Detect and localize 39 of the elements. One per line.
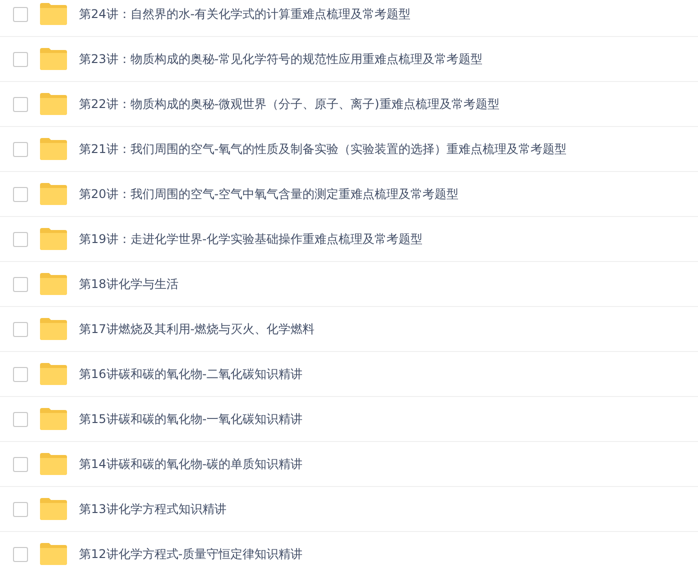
folder-icon xyxy=(40,48,67,70)
folder-icon xyxy=(40,228,67,250)
folder-name[interactable]: 第21讲：我们周围的空气-氧气的性质及制备实验（实验装置的选择）重难点梳理及常考题型 xyxy=(79,140,567,158)
folder-name[interactable]: 第12讲化学方程式-质量守恒定律知识精讲 xyxy=(79,546,303,562)
checkbox[interactable] xyxy=(13,502,28,516)
folder-name[interactable]: 第23讲：物质构成的奥秘-常见化学符号的规范性应用重难点梳理及常考题型 xyxy=(79,50,483,68)
checkbox[interactable] xyxy=(13,186,28,202)
folder-icon xyxy=(40,138,67,160)
checkbox[interactable] xyxy=(13,6,28,22)
folder-icon xyxy=(40,318,67,340)
checkbox[interactable] xyxy=(13,546,28,562)
folder-icon xyxy=(40,3,67,25)
checkbox[interactable] xyxy=(13,276,28,292)
checkbox[interactable] xyxy=(13,456,28,472)
folder-name[interactable]: 第17讲燃烧及其利用-燃烧与灭火、化学燃料 xyxy=(79,320,315,338)
folder-icon xyxy=(40,543,67,565)
folder-name[interactable]: 第15讲碳和碳的氧化物-一氧化碳知识精讲 xyxy=(79,410,303,428)
folder-icon xyxy=(40,408,67,430)
checkbox[interactable] xyxy=(13,232,28,246)
folder-name[interactable]: 第13讲化学方程式知识精讲 xyxy=(79,500,226,518)
folder-icon xyxy=(40,273,67,295)
folder-name[interactable]: 第16讲碳和碳的氧化物-二氧化碳知识精讲 xyxy=(79,366,303,382)
folder-name[interactable]: 第20讲：我们周围的空气-空气中氧气含量的测定重难点梳理及常考题型 xyxy=(79,186,459,202)
folder-icon xyxy=(40,453,67,475)
checkbox[interactable] xyxy=(13,96,28,112)
checkbox[interactable] xyxy=(13,366,28,382)
folder-name[interactable]: 第19讲：走进化学世界-化学实验基础操作重难点梳理及常考题型 xyxy=(79,230,423,248)
folder-name[interactable]: 第18讲化学与生活 xyxy=(79,276,178,292)
folder-name[interactable]: 第24讲：自然界的水-有关化学式的计算重难点梳理及常考题型 xyxy=(79,6,411,22)
folder-icon xyxy=(40,93,67,115)
folder-name[interactable]: 第22讲：物质构成的奥秘-微观世界（分子、原子、离子)重难点梳理及常考题型 xyxy=(79,96,500,112)
folder-icon xyxy=(40,363,67,385)
folder-icon xyxy=(40,498,67,520)
checkbox[interactable] xyxy=(13,52,28,66)
checkbox[interactable] xyxy=(13,322,28,336)
checkbox[interactable] xyxy=(13,142,28,156)
folder-icon xyxy=(40,183,67,205)
folder-name[interactable]: 第14讲碳和碳的氧化物-碳的单质知识精讲 xyxy=(79,456,303,472)
checkbox[interactable] xyxy=(13,412,28,426)
